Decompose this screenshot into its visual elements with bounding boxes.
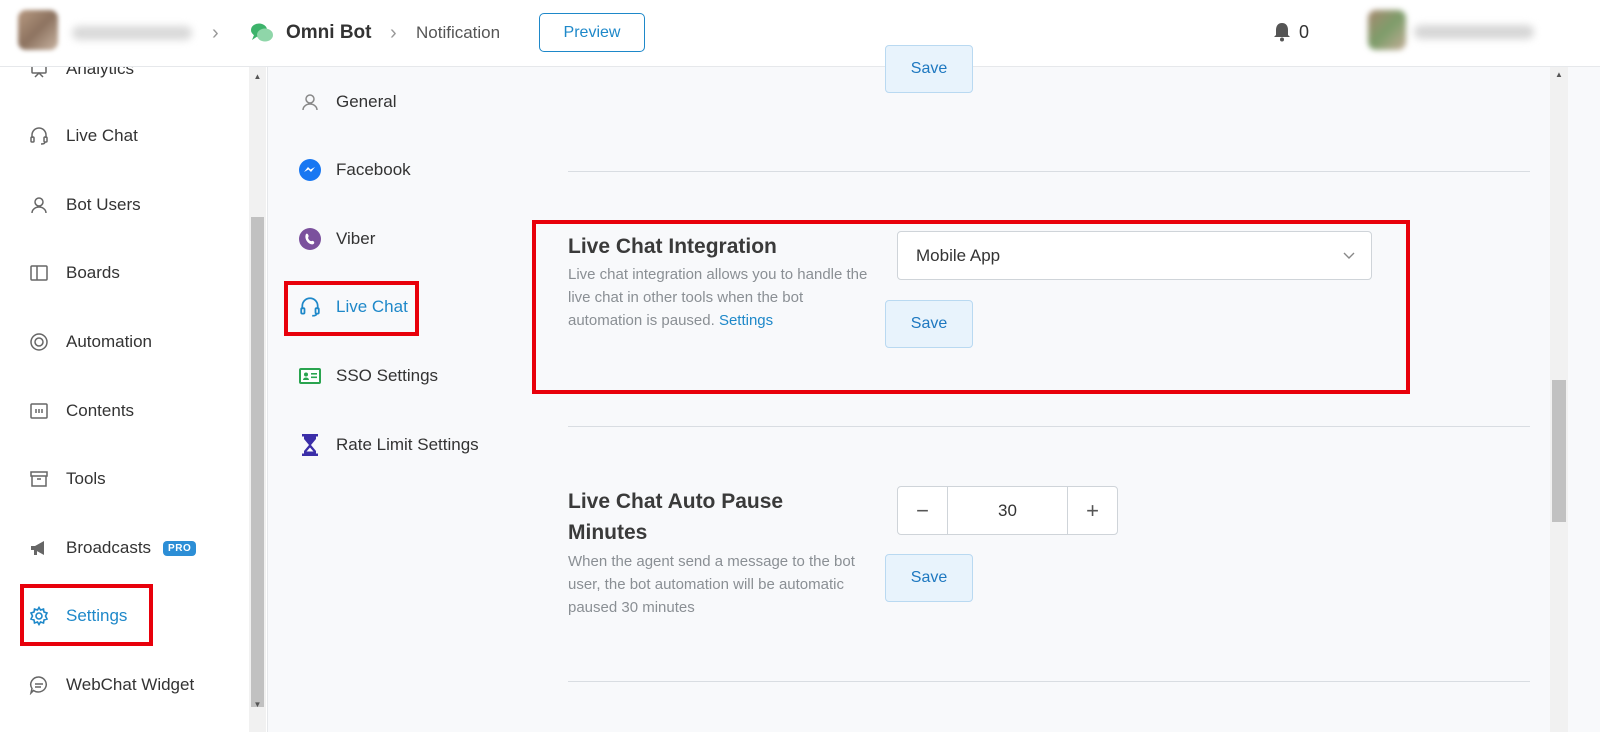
chat-bubble-icon bbox=[28, 674, 50, 696]
auto-pause-minutes-stepper: − 30 + bbox=[897, 486, 1118, 535]
sidebar-item-live-chat[interactable]: Live Chat bbox=[28, 118, 228, 154]
settings-subnav: General Facebook Viber Live Chat SSO Set… bbox=[268, 67, 530, 732]
section-divider bbox=[568, 426, 1530, 427]
settings-tab-label: Rate Limit Settings bbox=[336, 435, 479, 454]
settings-tab-sso[interactable]: SSO Settings bbox=[298, 359, 438, 393]
auto-pause-minutes-title: Live Chat Auto Pause Minutes bbox=[568, 490, 784, 544]
bot-name[interactable]: Omni Bot bbox=[286, 22, 372, 44]
messenger-icon bbox=[298, 158, 322, 182]
headset-icon bbox=[298, 295, 322, 319]
sidebar-scrollbar-thumb[interactable] bbox=[251, 217, 264, 707]
settings-tab-label: SSO Settings bbox=[336, 366, 439, 385]
settings-tab-facebook[interactable]: Facebook bbox=[298, 153, 411, 187]
auto-pause-save-button[interactable]: Save bbox=[885, 554, 973, 602]
sidebar-item-label: Analytics bbox=[66, 67, 135, 78]
chevron-right-icon: › bbox=[390, 22, 397, 44]
scroll-down-arrow-icon[interactable]: ▼ bbox=[249, 697, 266, 712]
archive-icon bbox=[28, 468, 50, 490]
auto-pause-minutes-input[interactable]: 30 bbox=[947, 487, 1068, 534]
sidebar-item-label: Automation bbox=[66, 332, 152, 351]
sidebar-item-tools[interactable]: Tools bbox=[28, 461, 228, 497]
user-avatar[interactable] bbox=[1368, 10, 1406, 50]
analytics-icon bbox=[28, 67, 50, 80]
increment-button[interactable]: + bbox=[1068, 487, 1117, 534]
settings-link[interactable]: Settings bbox=[719, 312, 773, 329]
live-chat-integration-select[interactable]: Mobile App bbox=[897, 231, 1372, 280]
sidebar-item-boards[interactable]: Boards bbox=[28, 255, 228, 291]
live-chat-integration-title: Live Chat Integration bbox=[568, 235, 777, 258]
decrement-button[interactable]: − bbox=[898, 487, 947, 534]
board-icon bbox=[28, 262, 50, 284]
sidebar-item-analytics[interactable]: Analytics bbox=[28, 67, 228, 87]
sidebar-item-label: Boards bbox=[66, 263, 120, 282]
sidebar-item-automation[interactable]: Automation bbox=[28, 324, 228, 360]
bot-chat-icon bbox=[250, 22, 274, 44]
id-card-icon bbox=[298, 364, 322, 388]
settings-tab-label: Live Chat bbox=[336, 297, 408, 316]
breadcrumb-current-page: Notification bbox=[416, 23, 501, 42]
sidebar-scrollbar[interactable]: ▲ ▼ bbox=[249, 67, 266, 732]
sidebar-item-bot-users[interactable]: Bot Users bbox=[28, 187, 228, 223]
settings-tab-viber[interactable]: Viber bbox=[298, 222, 375, 256]
settings-tab-live-chat[interactable]: Live Chat bbox=[298, 290, 408, 324]
sidebar-item-label: Bot Users bbox=[66, 195, 141, 214]
headset-icon bbox=[28, 125, 50, 147]
hourglass-icon bbox=[298, 433, 322, 457]
live-chat-integration-description: Live chat integration allows you to hand… bbox=[568, 263, 873, 332]
settings-tab-general[interactable]: General bbox=[298, 85, 396, 119]
settings-tab-label: General bbox=[336, 92, 397, 111]
sidebar-item-label: Contents bbox=[66, 401, 135, 420]
sidebar-item-label: WebChat Widget bbox=[66, 675, 195, 694]
settings-tab-label: Viber bbox=[336, 229, 376, 248]
chevron-down-icon bbox=[1341, 247, 1357, 263]
bell-icon[interactable] bbox=[1271, 21, 1293, 43]
selected-option: Mobile App bbox=[916, 245, 1001, 265]
workspace-avatar[interactable] bbox=[18, 10, 58, 50]
sidebar-item-label: Tools bbox=[66, 469, 106, 488]
description-text: Live chat integration allows you to hand… bbox=[568, 266, 868, 329]
scroll-up-arrow-icon[interactable]: ▲ bbox=[249, 69, 266, 84]
notification-count: 0 bbox=[1299, 22, 1310, 42]
sidebar-item-contents[interactable]: Contents bbox=[28, 393, 228, 429]
sidebar-item-webchat-widget[interactable]: WebChat Widget bbox=[28, 667, 228, 703]
megaphone-icon bbox=[28, 537, 50, 559]
section-divider bbox=[568, 171, 1530, 172]
sidebar-item-label: Broadcasts bbox=[66, 538, 152, 557]
auto-pause-minutes-description: When the agent send a message to the bot… bbox=[568, 553, 855, 616]
top-bar: › Omni Bot › Notification Preview 0 bbox=[0, 0, 1600, 67]
settings-tab-rate-limit[interactable]: Rate Limit Settings bbox=[298, 428, 479, 462]
preview-button[interactable]: Preview bbox=[539, 13, 645, 52]
user-name-blurred[interactable] bbox=[1414, 25, 1534, 39]
settings-tab-label: Facebook bbox=[336, 160, 411, 179]
scroll-up-arrow-icon[interactable]: ▲ bbox=[1550, 67, 1568, 83]
gear-icon bbox=[28, 605, 50, 627]
user-icon bbox=[28, 194, 50, 216]
viber-icon bbox=[298, 227, 322, 251]
workspace-name-blurred bbox=[72, 26, 192, 40]
sidebar-item-label: Live Chat bbox=[66, 126, 138, 145]
sidebar-item-settings[interactable]: Settings bbox=[28, 598, 228, 634]
pro-badge: PRO bbox=[163, 540, 197, 556]
sidebar-item-label: Settings bbox=[66, 606, 128, 625]
main-scrollbar-thumb[interactable] bbox=[1552, 380, 1566, 522]
main-sidebar: Analytics Live Chat Bot Users Boards Aut… bbox=[0, 67, 268, 732]
user-icon bbox=[298, 90, 322, 114]
settings-content: Save Live Chat Integration Live chat int… bbox=[530, 45, 1550, 732]
section-divider bbox=[568, 681, 1530, 682]
lifebuoy-icon bbox=[28, 331, 50, 353]
live-chat-integration-save-button[interactable]: Save bbox=[885, 300, 973, 348]
contents-icon bbox=[28, 400, 50, 422]
previous-section-save-button[interactable]: Save bbox=[885, 45, 973, 93]
sidebar-item-broadcasts[interactable]: Broadcasts PRO bbox=[28, 530, 228, 566]
chevron-right-icon: › bbox=[212, 22, 219, 44]
